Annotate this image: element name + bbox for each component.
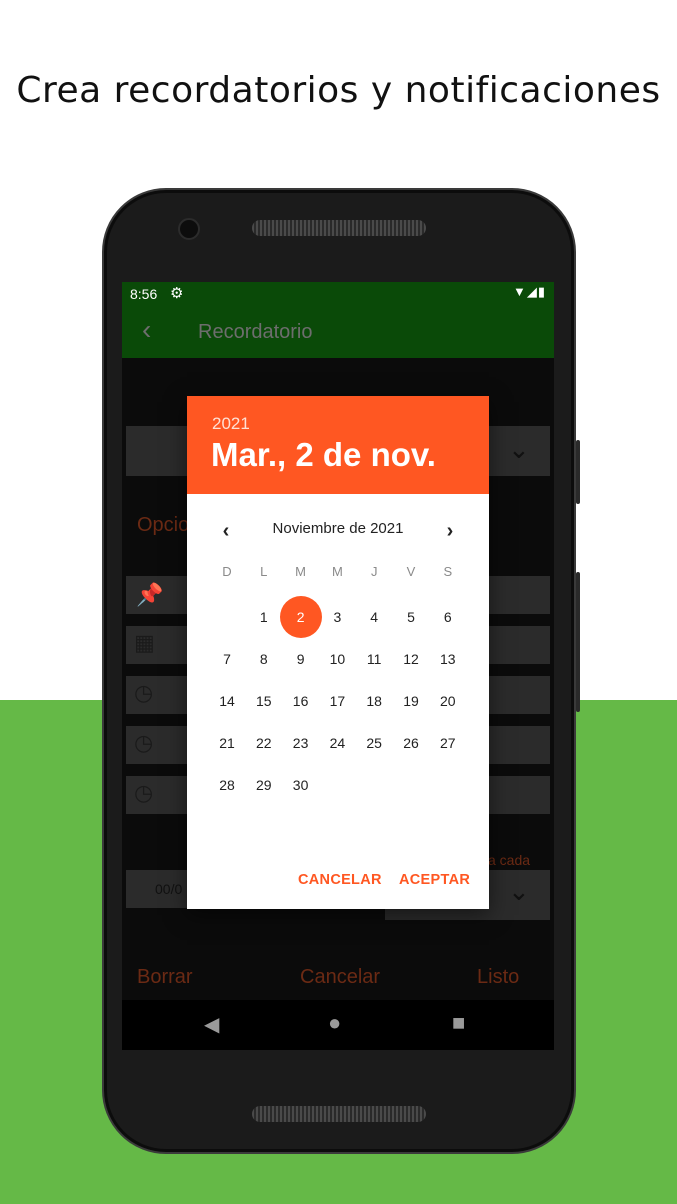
calendar-day[interactable]: 3: [319, 596, 355, 638]
date-picker-dialog: 2021 Mar., 2 de nov. Noviembre de 2021 ‹…: [187, 396, 489, 909]
chevron-left-icon[interactable]: ‹: [142, 314, 151, 346]
system-nav-bar: ◀ ● ■: [122, 1000, 554, 1050]
calendar-day[interactable]: 28: [209, 764, 245, 806]
calendar-day[interactable]: 30: [283, 764, 319, 806]
calendar-day[interactable]: 18: [356, 680, 392, 722]
phone-side-button: [576, 440, 580, 504]
chevron-down-icon: ⌄: [508, 876, 530, 906]
calendar-day-selected[interactable]: 2: [279, 596, 322, 638]
date-picker-header: 2021 Mar., 2 de nov.: [187, 396, 489, 494]
gear-icon: ⚙: [170, 285, 184, 302]
calendar-day[interactable]: 6: [430, 596, 466, 638]
dialog-cancel-button[interactable]: CANCELAR: [298, 872, 382, 888]
calendar-day[interactable]: 27: [430, 722, 466, 764]
status-time: 8:56: [130, 286, 158, 302]
calendar-day[interactable]: 29: [246, 764, 282, 806]
front-camera: [178, 218, 200, 240]
repeat-label: a cada: [488, 852, 531, 868]
dialog-accept-button[interactable]: ACEPTAR: [399, 872, 470, 888]
calendar-day[interactable]: 19: [393, 680, 429, 722]
calendar-day[interactable]: 22: [246, 722, 282, 764]
top-speaker: [252, 220, 426, 236]
calendar-day[interactable]: 26: [393, 722, 429, 764]
calendar-day[interactable]: 10: [319, 638, 355, 680]
promo-headline: Crea recordatorios y notificaciones: [16, 70, 661, 111]
cancel-button[interactable]: Cancelar: [300, 966, 380, 989]
home-nav-icon[interactable]: ●: [328, 1010, 341, 1036]
chevron-down-icon: ⌄: [508, 434, 530, 464]
calendar-day[interactable]: 5: [393, 596, 429, 638]
calendar-day[interactable]: 11: [356, 638, 392, 680]
month-navigation: Noviembre de 2021 ‹ ›: [187, 516, 489, 546]
calendar-day[interactable]: 25: [356, 722, 392, 764]
calendar-day[interactable]: 1: [246, 596, 282, 638]
weekday-label: D: [222, 564, 232, 579]
calendar-day[interactable]: 20: [430, 680, 466, 722]
bottom-speaker: [252, 1106, 426, 1122]
app-bar-title: Recordatorio: [198, 321, 313, 343]
calendar-day[interactable]: 15: [246, 680, 282, 722]
calendar-day[interactable]: 23: [283, 722, 319, 764]
clock-icon: ◷: [134, 730, 154, 755]
calendar-day[interactable]: 13: [430, 638, 466, 680]
calendar-day[interactable]: 14: [209, 680, 245, 722]
selected-year[interactable]: 2021: [212, 414, 250, 434]
calendar-day[interactable]: 7: [209, 638, 245, 680]
calendar-day[interactable]: 16: [283, 680, 319, 722]
calendar-day[interactable]: 12: [393, 638, 429, 680]
date-field-value: 00/0: [155, 881, 183, 897]
clock-icon: ◷: [134, 680, 154, 705]
recents-nav-icon[interactable]: ■: [452, 1010, 465, 1036]
options-label: Opcio: [137, 514, 190, 536]
signal-icons: ▼◢▮: [512, 284, 546, 299]
app-bar: ‹ Recordatorio: [122, 306, 554, 358]
chevron-right-icon[interactable]: ›: [435, 516, 465, 546]
pin-icon: 📌: [136, 582, 164, 607]
calendar-day[interactable]: 17: [319, 680, 355, 722]
chevron-left-icon[interactable]: ‹: [211, 516, 241, 546]
calendar-day[interactable]: 4: [356, 596, 392, 638]
back-nav-icon[interactable]: ◀: [204, 1012, 219, 1037]
calendar-day[interactable]: 8: [246, 638, 282, 680]
calendar-day[interactable]: 21: [209, 722, 245, 764]
phone-side-button: [576, 572, 580, 712]
status-bar: 8:56 ⚙ ▼◢▮: [122, 282, 554, 306]
selected-date: Mar., 2 de nov.: [211, 436, 436, 473]
calendar-day[interactable]: 9: [283, 638, 319, 680]
calendar-icon: ▦: [134, 630, 155, 655]
dialog-actions: CANCELAR ACEPTAR: [187, 868, 489, 896]
delete-button[interactable]: Borrar: [137, 966, 193, 989]
clock-icon: ◷: [134, 780, 154, 805]
calendar-day[interactable]: 24: [319, 722, 355, 764]
done-button[interactable]: Listo: [477, 966, 519, 989]
